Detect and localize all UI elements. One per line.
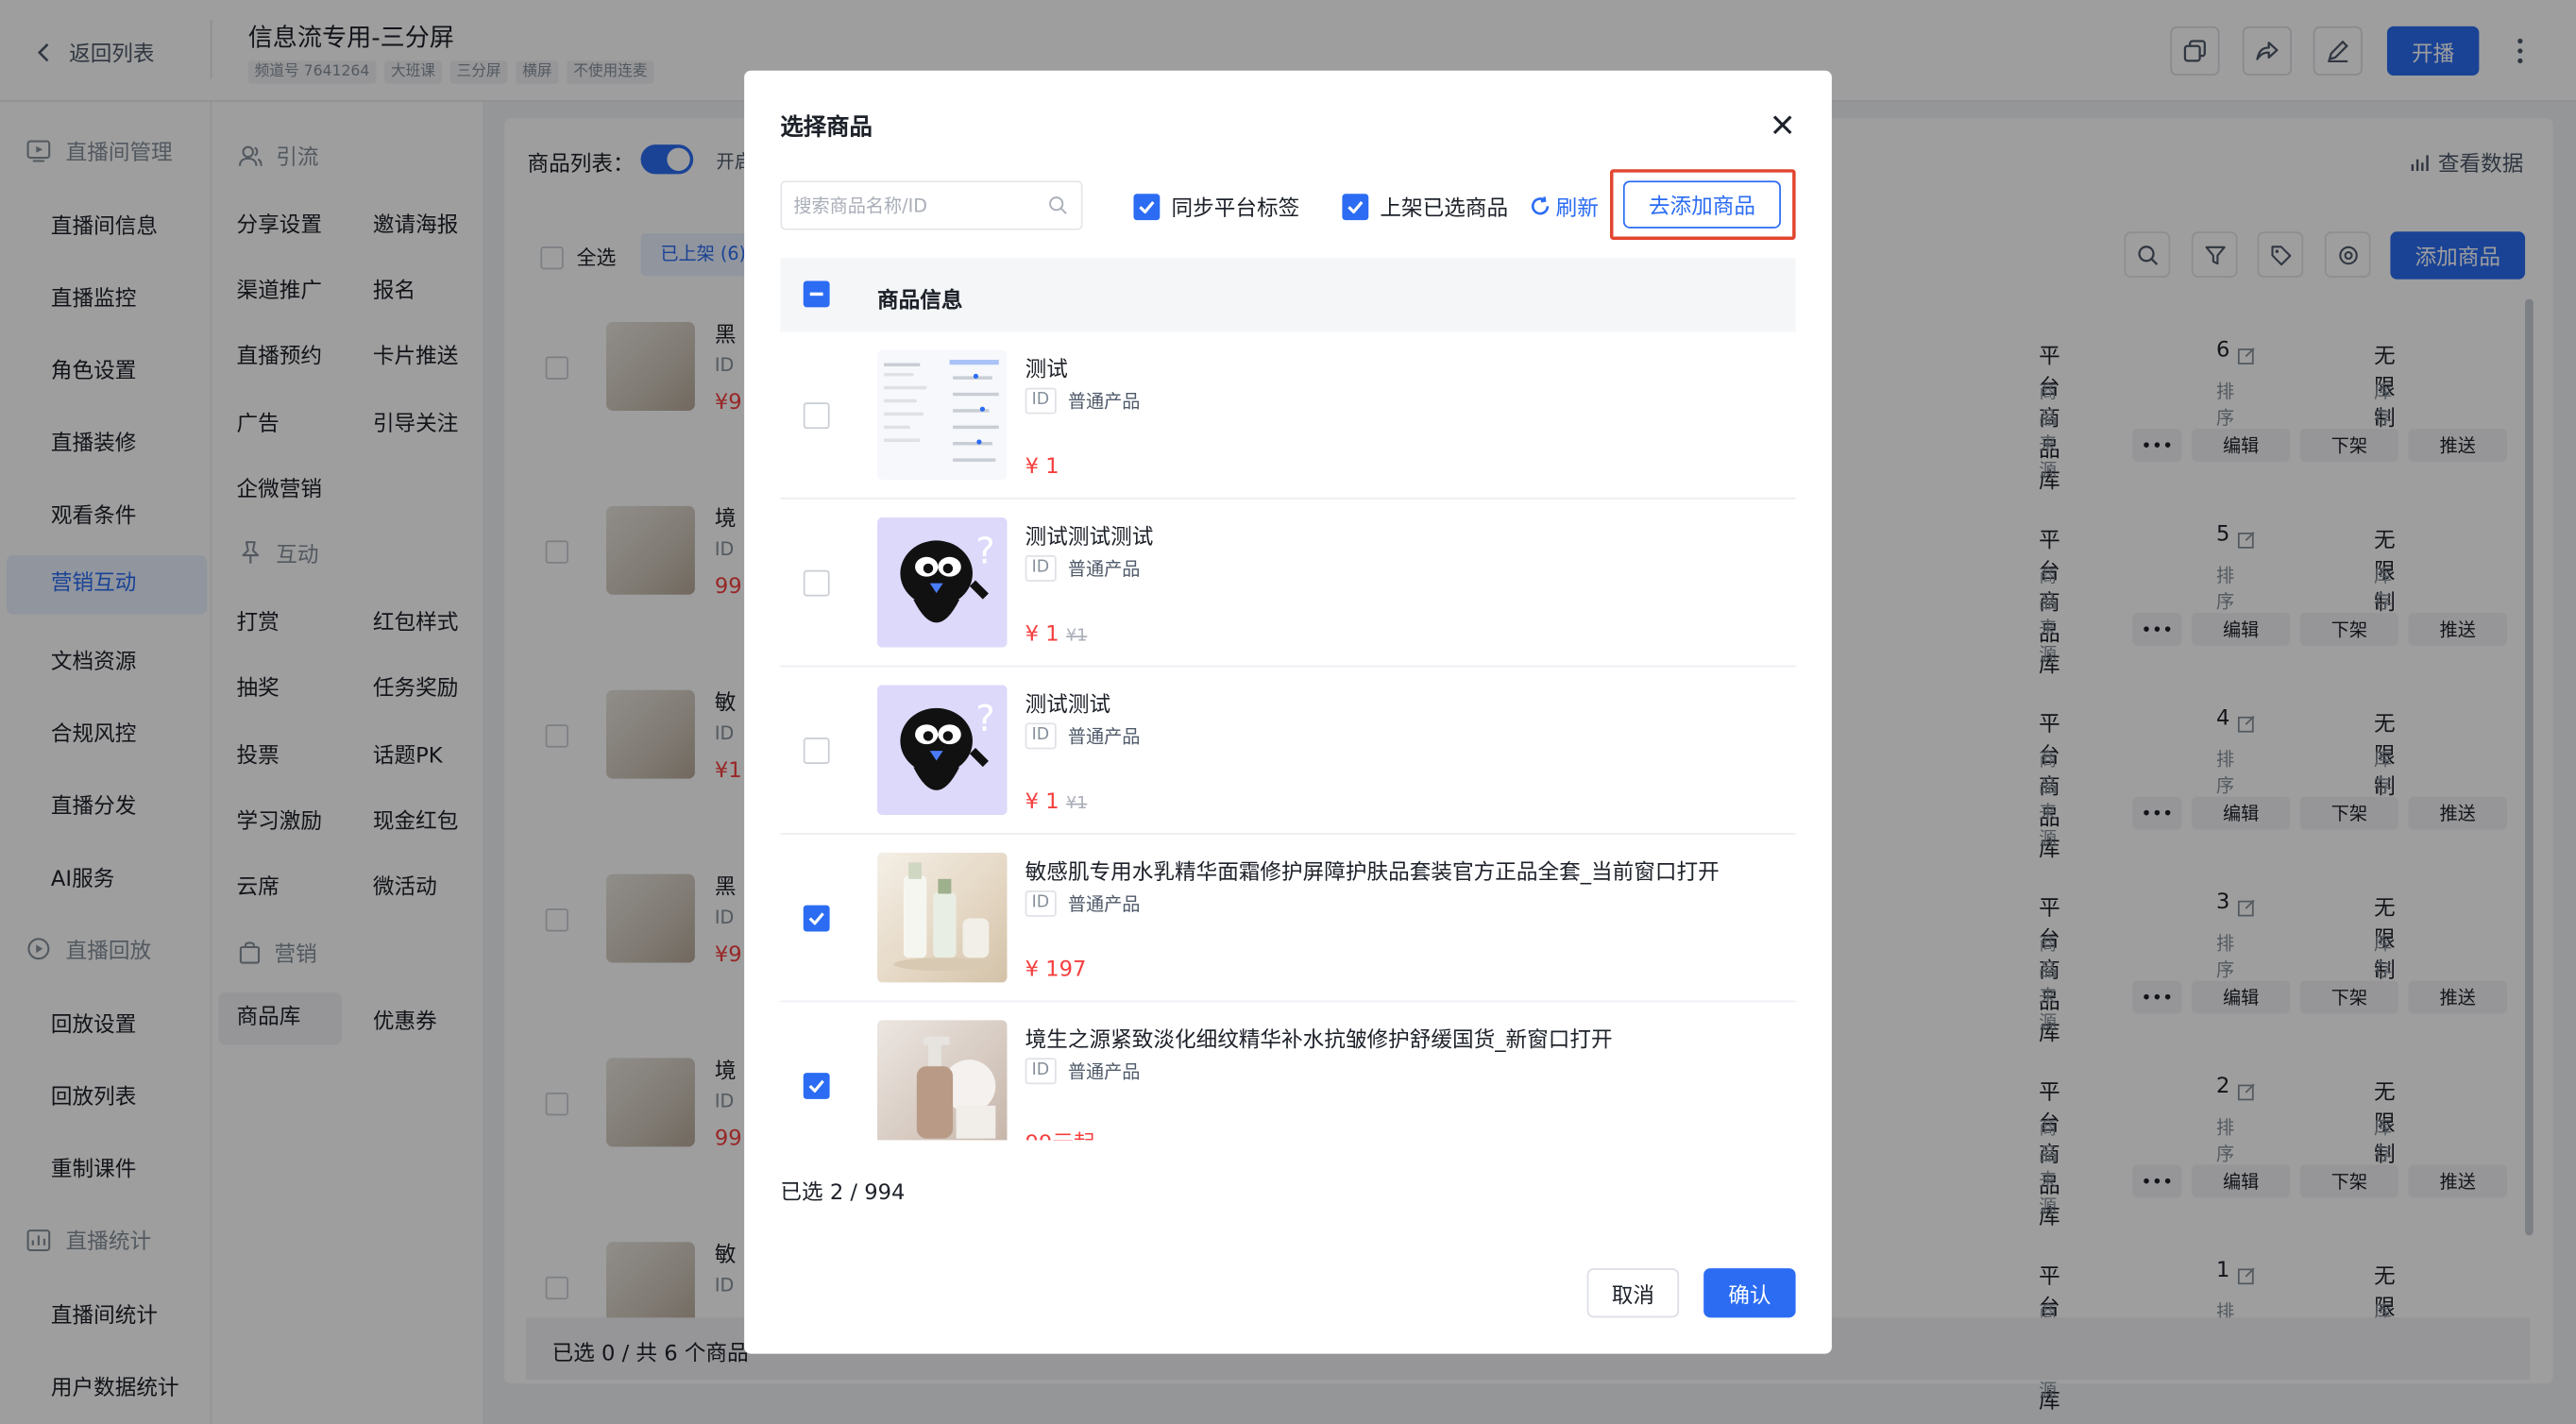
product-name: 测试测试测试 bbox=[1025, 525, 1154, 551]
product-price: 99元起 bbox=[1025, 1126, 1095, 1141]
header-indeterminate-checkbox[interactable] bbox=[803, 280, 830, 308]
sync-tags-option[interactable]: 同步平台标签 bbox=[1133, 191, 1299, 222]
product-id-tag: ID bbox=[1025, 722, 1057, 750]
product-name: 测试测试 bbox=[1025, 693, 1111, 719]
dialog-title: 选择商品 bbox=[780, 114, 873, 142]
product-type: 普通产品 bbox=[1067, 725, 1141, 748]
product-price: ¥ 1 bbox=[1025, 454, 1059, 481]
refresh-icon bbox=[1531, 196, 1550, 215]
column-product-info: 商品信息 bbox=[877, 289, 963, 314]
question-mark-glyph: ? bbox=[975, 531, 994, 573]
question-mark-glyph: ? bbox=[975, 698, 994, 740]
product-price: ¥ 1 bbox=[1025, 622, 1059, 648]
search-icon bbox=[1049, 196, 1067, 214]
product-original-price: ¥1 bbox=[1066, 627, 1088, 646]
product-id-tag: ID bbox=[1025, 387, 1057, 415]
product-checkbox[interactable] bbox=[803, 1073, 830, 1099]
product-original-price: ¥1 bbox=[1066, 795, 1088, 814]
product-name: 敏感肌专用水乳精华面霜修护屏障护肤品套装官方正品全套_当前窗口打开 bbox=[1025, 860, 1720, 886]
product-search[interactable] bbox=[780, 180, 1083, 230]
product-checkbox[interactable] bbox=[803, 402, 830, 430]
list-selected-checkbox[interactable] bbox=[1342, 193, 1369, 220]
product-id-tag: ID bbox=[1025, 890, 1057, 917]
product-name: 境生之源紧致淡化细纹精华补水抗皱修护舒缓国货_新窗口打开 bbox=[1025, 1028, 1613, 1054]
product-image bbox=[877, 1020, 1008, 1141]
search-input[interactable] bbox=[793, 182, 1041, 229]
go-add-product-button[interactable]: 去添加商品 bbox=[1622, 180, 1781, 229]
product-type: 普通产品 bbox=[1067, 1060, 1141, 1083]
product-type: 普通产品 bbox=[1067, 893, 1141, 916]
product-type: 普通产品 bbox=[1067, 558, 1141, 581]
refresh-button[interactable]: 刷新 bbox=[1530, 191, 1599, 222]
list-item[interactable]: 敏感肌专用水乳精华面霜修护屏障护肤品套装官方正品全套_当前窗口打开 ID 普通产… bbox=[780, 835, 1796, 1003]
product-image bbox=[877, 349, 1008, 481]
sync-tags-checkbox[interactable] bbox=[1133, 193, 1161, 220]
list-item[interactable]: 测试 ID 普通产品 ¥ 1 bbox=[780, 331, 1796, 500]
close-icon[interactable] bbox=[1768, 110, 1797, 140]
product-list: 测试 ID 普通产品 ¥ 1 ? 测试测试测试 ID 普通产品 ¥ 1 ¥1 ?… bbox=[780, 331, 1796, 1141]
cancel-button[interactable]: 取消 bbox=[1586, 1268, 1680, 1318]
list-selected-label: 上架已选商品 bbox=[1380, 196, 1509, 222]
product-checkbox[interactable] bbox=[803, 737, 830, 765]
product-image: ? bbox=[877, 685, 1008, 815]
refresh-label: 刷新 bbox=[1555, 196, 1599, 222]
sync-tags-label: 同步平台标签 bbox=[1171, 196, 1300, 222]
product-image: ? bbox=[877, 517, 1008, 648]
product-id-tag: ID bbox=[1025, 555, 1057, 582]
product-image bbox=[877, 852, 1008, 983]
product-checkbox[interactable] bbox=[803, 905, 830, 932]
list-item[interactable]: ? 测试测试 ID 普通产品 ¥ 1 ¥1 bbox=[780, 667, 1796, 835]
list-item[interactable]: ? 测试测试测试 ID 普通产品 ¥ 1 ¥1 bbox=[780, 500, 1796, 668]
product-checkbox[interactable] bbox=[803, 569, 830, 597]
product-type: 普通产品 bbox=[1067, 391, 1141, 413]
list-item[interactable]: 境生之源紧致淡化细纹精华补水抗皱修护舒缓国货_新窗口打开 ID 普通产品 99元… bbox=[780, 1002, 1795, 1141]
confirm-button[interactable]: 确认 bbox=[1703, 1268, 1796, 1318]
product-price: ¥ 197 bbox=[1025, 958, 1087, 983]
selected-count: 已选 2 / 994 bbox=[780, 1180, 906, 1207]
product-name: 测试 bbox=[1025, 358, 1068, 383]
list-selected-option[interactable]: 上架已选商品 bbox=[1342, 191, 1508, 222]
product-price: ¥ 1 bbox=[1025, 789, 1059, 815]
product-id-tag: ID bbox=[1025, 1058, 1057, 1085]
